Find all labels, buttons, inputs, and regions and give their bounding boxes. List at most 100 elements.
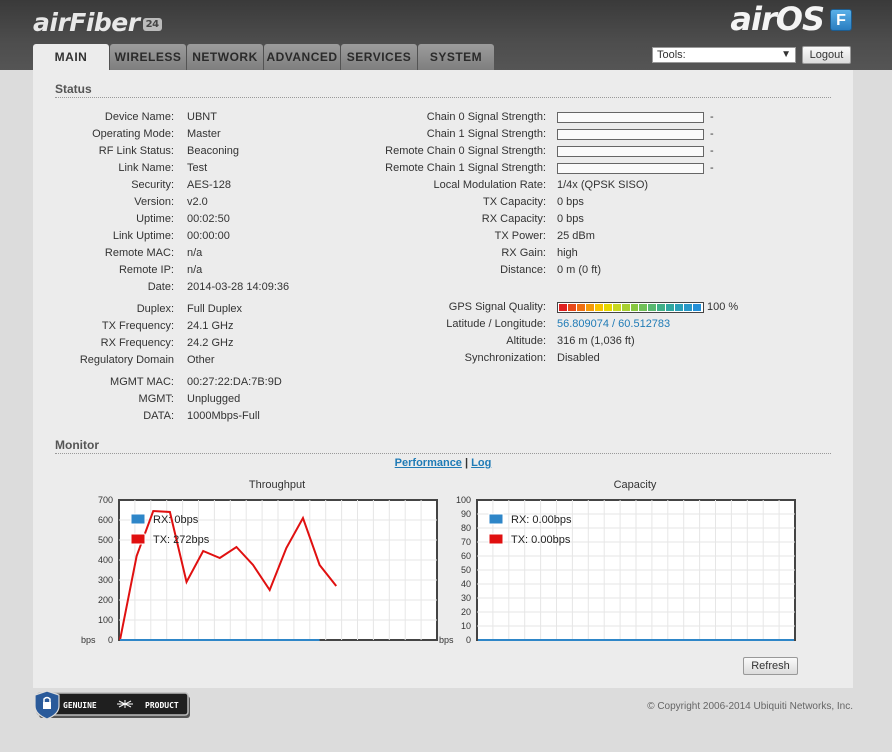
duplex-label: Duplex: [136, 303, 174, 315]
chevron-down-icon: ▼ [781, 49, 791, 60]
y-tick-label: 700 [98, 495, 113, 505]
gps-bar-segment [585, 304, 594, 311]
y-tick-label: 20 [461, 607, 471, 617]
y-tick-label: 500 [98, 535, 113, 545]
latitude-longitude-value[interactable]: 56.809074 / 60.512783 [557, 318, 670, 330]
y-tick-label: 40 [461, 579, 471, 589]
legend-swatch [488, 513, 504, 525]
regulatory-domain-value: Other [187, 354, 215, 366]
y-tick-label: 30 [461, 593, 471, 603]
altitude-value: 316 m (1,036 ft) [557, 335, 635, 347]
rx-capacity-label: RX Capacity: [481, 213, 546, 225]
y-tick-label: 0 [466, 635, 471, 645]
tab-system[interactable]: SYSTEM [418, 44, 494, 70]
version-value: v2.0 [187, 196, 208, 208]
product-badge: 24 [142, 17, 162, 31]
chain-0-signal-strength-value: - [710, 111, 714, 123]
gps-bar-segment [621, 304, 630, 311]
badge-text: GENUINE [63, 701, 97, 710]
gps-signal-bar [557, 302, 704, 313]
legend-entry: TX: 0.00bps [511, 534, 571, 546]
operating-mode-label: Operating Mode: [92, 128, 174, 140]
tools-dropdown[interactable]: Tools: ▼ [652, 47, 796, 63]
distance-value: 0 m (0 ft) [557, 264, 602, 276]
logout-button[interactable]: Logout [802, 46, 851, 64]
gps-bar-segment [576, 304, 585, 311]
local-modulation-rate-label: Local Modulation Rate: [433, 179, 546, 191]
y-tick-label: 600 [98, 515, 113, 525]
monitor-links: Performance | Log [33, 457, 853, 469]
tab-main[interactable]: MAIN [33, 44, 109, 70]
tx-frequency-label: TX Frequency: [101, 320, 174, 332]
tx-power-label: TX Power: [494, 230, 546, 242]
log-link[interactable]: Log [471, 457, 491, 469]
synchronization-label: Synchronization: [464, 352, 546, 364]
legend-entry: RX: 0bps [153, 514, 199, 526]
link-name-value: Test [187, 162, 208, 174]
tx-power-value: 25 dBm [557, 230, 595, 242]
remote-ip-label: Remote IP: [118, 264, 174, 276]
local-modulation-rate-value: 1/4x (QPSK SISO) [557, 179, 649, 191]
capacity-chart: 0 10 20 30 40 50 60 70 80 90 100 bps RX: 0.00bps TX: … [439, 495, 796, 645]
gps-bar-segment [675, 304, 684, 311]
gps-bar-segment [648, 304, 657, 311]
security-value: AES-128 [187, 179, 232, 191]
date-value: 2014-03-28 14:09:36 [187, 281, 290, 293]
chain-1-signal-strength-value: - [710, 128, 714, 140]
data-label: DATA: [143, 410, 174, 422]
link-uptime-value: 00:00:00 [187, 230, 230, 242]
remote-chain-1-signal-strength-label: Remote Chain 1 Signal Strength: [385, 162, 546, 174]
airos-f-badge: F [830, 9, 852, 31]
copyright-text: © Copyright 2006-2014 Ubiquiti Networks,… [647, 701, 853, 712]
genuine-product-badge: GENUINE PRODUCT [34, 690, 190, 720]
operating-mode-value: Master [187, 128, 221, 140]
airos-logo: airOS [730, 0, 825, 38]
svg-text:PRODUCT: PRODUCT [145, 701, 179, 710]
rx-gain-label: RX Gain: [501, 247, 546, 259]
tx-capacity-value: 0 bps [557, 196, 584, 208]
y-tick-label: 10 [461, 621, 471, 631]
airfiber-logo: airFiber 24 [33, 8, 162, 37]
throughput-chart: 0 100 200 300 400 500 600 700 bps RX: 0bps TX: 272… [81, 495, 438, 645]
tab-services[interactable]: SERVICES [341, 44, 417, 70]
y-tick-label: 0 [108, 635, 113, 645]
tab-wireless[interactable]: WIRELESS [110, 44, 186, 70]
y-tick-label: 100 [456, 495, 471, 505]
y-tick-label: 80 [461, 523, 471, 533]
y-tick-label: 90 [461, 509, 471, 519]
main-content: Status Monitor Performance | Log Through… [33, 70, 853, 688]
uptime-label: Uptime: [136, 213, 174, 225]
mgmt-mac-value: 00:27:22:DA:7B:9D [187, 376, 282, 388]
monitor-section-title: Monitor [55, 438, 831, 454]
status-section-title: Status [55, 82, 831, 98]
tx-frequency-value: 24.1 GHz [187, 320, 234, 332]
gps-bar-segment [657, 304, 666, 311]
security-label: Security: [131, 179, 174, 191]
chain-1-signal-strength-bar [557, 129, 704, 140]
refresh-button[interactable]: Refresh [743, 657, 798, 675]
rf-link-status-value: Beaconing [187, 145, 239, 157]
uptime-value: 00:02:50 [187, 213, 230, 225]
y-tick-label: 300 [98, 575, 113, 585]
y-tick-label: 50 [461, 565, 471, 575]
gps-bar-segment [666, 304, 675, 311]
remote-chain-0-signal-strength-label: Remote Chain 0 Signal Strength: [385, 145, 546, 157]
y-tick-label: 70 [461, 537, 471, 547]
legend-swatch [130, 513, 146, 525]
altitude-label: Altitude: [506, 335, 546, 347]
mgmt-value: Unplugged [187, 393, 241, 405]
product-name: airFiber [33, 8, 140, 37]
chain-1-signal-strength-label: Chain 1 Signal Strength: [426, 128, 546, 140]
tab-network[interactable]: NETWORK [187, 44, 263, 70]
link-separator: | [465, 457, 469, 469]
remote-mac-label: Remote MAC: [104, 247, 174, 259]
tab-advanced[interactable]: ADVANCED [264, 44, 340, 70]
chain-0-signal-strength-bar [557, 112, 704, 123]
gps-bar-segment [684, 304, 693, 311]
y-axis-label: bps [81, 635, 96, 645]
performance-link[interactable]: Performance [395, 457, 462, 469]
gps-signal-quality-value: 100 % [707, 301, 739, 313]
y-tick-label: 100 [98, 615, 113, 625]
version-label: Version: [134, 196, 174, 208]
gps-bar-segment [559, 304, 567, 311]
